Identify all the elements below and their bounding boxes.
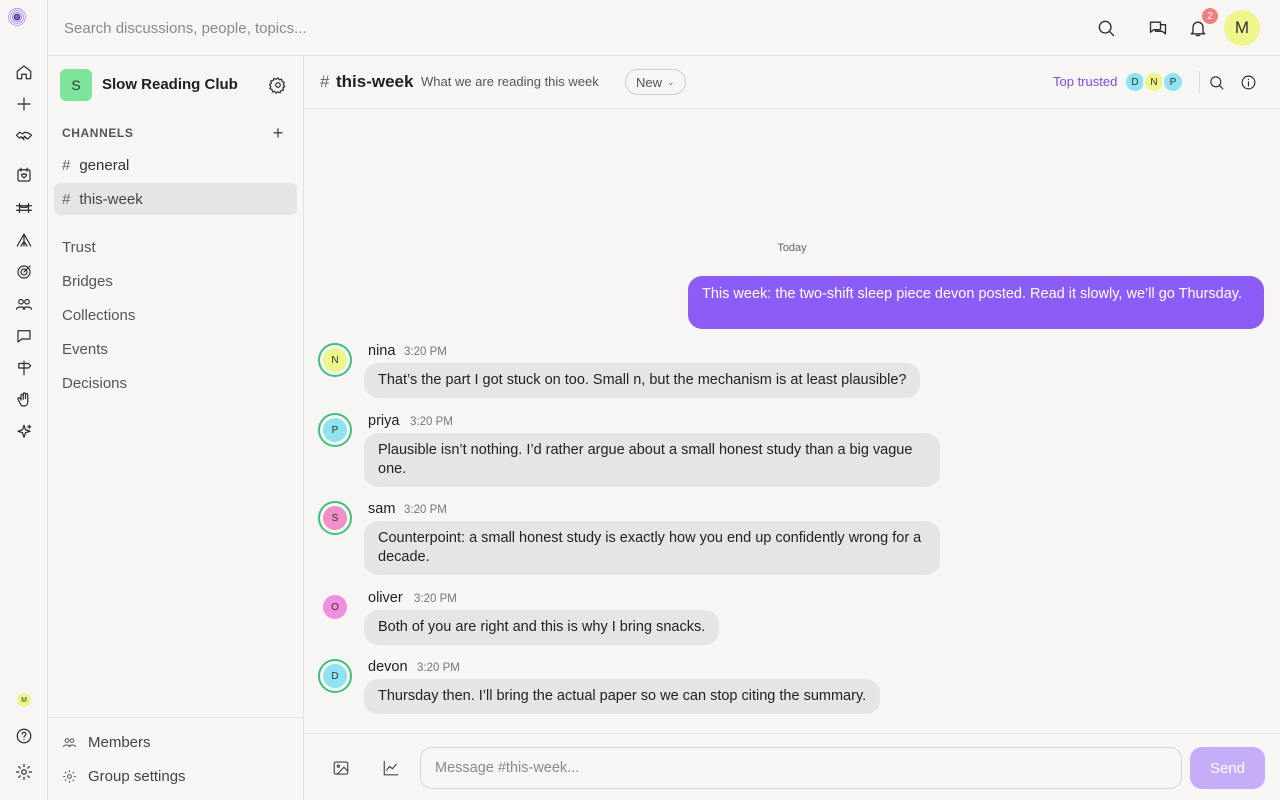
members-label: Members — [88, 734, 151, 751]
avatar-initial: D — [323, 664, 347, 688]
message-time: 3:20 PM — [404, 346, 447, 358]
group-header: S Slow Reading Club — [60, 69, 292, 101]
calendar-heart-icon[interactable] — [12, 163, 36, 187]
avatar-initial: N — [323, 348, 347, 372]
group-settings-gear-icon[interactable] — [266, 73, 290, 97]
image-upload-icon[interactable] — [330, 757, 352, 779]
own-message-bubble[interactable]: This week: the two-shift sleep piece dev… — [688, 276, 1264, 329]
rail-avatar[interactable]: M — [17, 693, 31, 707]
hash-icon: # — [320, 72, 330, 91]
channel-title: this-week — [336, 72, 414, 91]
top-bar: 2 M — [48, 0, 1280, 56]
author-name[interactable]: sam — [368, 501, 395, 517]
send-button[interactable]: Send — [1190, 747, 1265, 789]
author-avatar[interactable]: P — [318, 413, 352, 447]
message-time: 3:20 PM — [410, 416, 453, 428]
author-name[interactable]: oliver — [368, 590, 403, 606]
channel-search-icon[interactable] — [1206, 72, 1226, 92]
nav-events[interactable]: Events — [62, 341, 108, 358]
avatar-initial: S — [323, 506, 347, 530]
avatar-initial: O — [323, 595, 347, 619]
help-icon[interactable] — [12, 724, 36, 748]
message-input[interactable] — [420, 747, 1182, 789]
members-link[interactable]: Members — [62, 734, 151, 751]
message-bubble[interactable]: Counterpoint: a small honest study is ex… — [364, 521, 940, 575]
settings-icon[interactable] — [12, 760, 36, 784]
group-settings-link[interactable]: Group settings — [62, 768, 186, 785]
app-logo-icon[interactable] — [8, 8, 26, 26]
author-name[interactable]: priya — [368, 413, 399, 429]
people-icon[interactable] — [12, 292, 36, 316]
chat-icon[interactable] — [12, 324, 36, 348]
author-avatar[interactable]: D — [318, 659, 352, 693]
divider — [1199, 71, 1200, 93]
group-settings-label: Group settings — [88, 768, 186, 785]
date-divider: Today — [777, 242, 807, 254]
divider — [48, 717, 303, 718]
chevron-down-icon: ⌄ — [667, 76, 675, 87]
message-bubble[interactable]: Thursday then. I’ll bring the actual pap… — [364, 679, 881, 714]
hand-icon[interactable] — [12, 388, 36, 412]
author-name[interactable]: nina — [368, 343, 395, 359]
tent-icon[interactable] — [12, 228, 36, 252]
hash-icon: # — [62, 190, 71, 208]
message-time: 3:20 PM — [404, 504, 447, 516]
messages-icon[interactable] — [1146, 16, 1170, 40]
channel-header: # this-week What we are reading this wee… — [304, 56, 1280, 109]
message-time: 3:20 PM — [417, 662, 460, 674]
group-avatar: S — [60, 69, 92, 101]
target-icon[interactable] — [12, 260, 36, 284]
sort-label: New — [636, 74, 663, 90]
nav-bridges[interactable]: Bridges — [62, 273, 113, 290]
message-composer: Send — [304, 733, 1280, 800]
message-bubble[interactable]: That’s the part I got stuck on too. Smal… — [364, 363, 921, 398]
nav-decisions[interactable]: Decisions — [62, 375, 127, 392]
nav-collections[interactable]: Collections — [62, 307, 135, 324]
search-icon[interactable] — [1094, 16, 1118, 40]
group-name[interactable]: Slow Reading Club — [102, 76, 238, 93]
trusted-avatar[interactable]: P — [1162, 71, 1184, 93]
channel-description: What we are reading this week — [421, 74, 599, 89]
channel-label: general — [79, 156, 130, 174]
user-avatar[interactable]: M — [1224, 10, 1260, 46]
author-avatar[interactable]: O — [318, 590, 352, 624]
sort-dropdown[interactable]: New ⌄ — [625, 69, 686, 95]
bridge-icon[interactable] — [12, 196, 36, 220]
avatar-initial: P — [323, 418, 347, 442]
message-bubble[interactable]: Both of you are right and this is why I … — [364, 610, 720, 645]
chart-icon[interactable] — [380, 757, 402, 779]
handshake-icon[interactable] — [12, 124, 36, 148]
info-icon[interactable] — [1238, 72, 1258, 92]
author-avatar[interactable]: S — [318, 501, 352, 535]
add-channel-button[interactable]: + — [268, 123, 288, 143]
top-trusted-link[interactable]: Top trusted — [1053, 74, 1117, 89]
channel-item-general[interactable]: # general — [54, 149, 297, 181]
home-icon[interactable] — [12, 60, 36, 84]
notification-badge: 2 — [1202, 8, 1218, 24]
global-search-input[interactable] — [64, 12, 664, 44]
channel-label: this-week — [79, 190, 143, 208]
plus-icon[interactable] — [12, 92, 36, 116]
group-sidebar: S Slow Reading Club CHANNELS + # general… — [48, 56, 304, 800]
members-icon — [62, 738, 77, 748]
message-list: Today This week: the two-shift sleep pie… — [304, 109, 1280, 734]
channels-heading: CHANNELS — [62, 126, 134, 140]
author-name[interactable]: devon — [368, 659, 408, 675]
nav-trust[interactable]: Trust — [62, 239, 96, 256]
sparkle-icon[interactable] — [12, 420, 36, 444]
hash-icon: # — [62, 156, 71, 174]
message-bubble[interactable]: Plausible isn’t nothing. I’d rather argu… — [364, 433, 940, 487]
channel-item-this-week[interactable]: # this-week — [54, 183, 297, 215]
author-avatar[interactable]: N — [318, 343, 352, 377]
message-time: 3:20 PM — [414, 593, 457, 605]
app-rail: M — [0, 0, 48, 800]
signpost-icon[interactable] — [12, 356, 36, 380]
settings-icon — [63, 770, 76, 783]
